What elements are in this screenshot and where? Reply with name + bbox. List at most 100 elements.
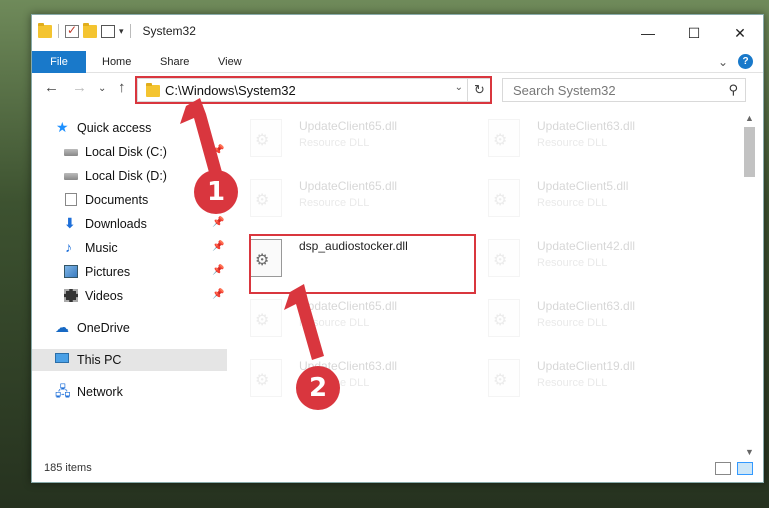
up-button[interactable]: ↑ bbox=[118, 79, 126, 96]
forward-button[interactable]: → bbox=[72, 79, 87, 96]
address-highlight bbox=[135, 76, 492, 104]
dll-file-icon bbox=[250, 179, 282, 217]
tab-home[interactable]: Home bbox=[102, 51, 131, 73]
maximize-button[interactable]: ☐ bbox=[671, 15, 717, 51]
pin-icon: 📌 bbox=[212, 241, 225, 252]
chevron-down-icon[interactable]: ▾ bbox=[119, 26, 124, 37]
file-name: UpdateClient63.dll bbox=[537, 119, 636, 133]
file-item[interactable]: UpdateClient42.dll Resource DLL bbox=[482, 231, 712, 287]
disk-icon bbox=[64, 149, 78, 156]
onedrive-icon: ☁ bbox=[55, 319, 69, 335]
network-icon: 🖧 bbox=[55, 383, 71, 399]
sidebar-item-videos[interactable]: Videos 📌 bbox=[32, 285, 227, 307]
minimize-button[interactable]: — bbox=[625, 15, 671, 51]
file-description: Resource DLL bbox=[537, 257, 608, 269]
file-item[interactable]: UpdateClient65.dll Resource DLL bbox=[244, 291, 474, 347]
sidebar-item-label: Quick access bbox=[77, 121, 152, 135]
documents-icon bbox=[65, 193, 77, 206]
pin-icon: 📌 bbox=[212, 145, 225, 156]
dll-file-icon bbox=[250, 359, 282, 397]
file-description: Resource DLL bbox=[299, 317, 370, 329]
sidebar-item-label: Local Disk (D:) bbox=[85, 169, 167, 183]
dll-file-icon bbox=[488, 119, 520, 157]
search-box[interactable]: Search System32 ⚲ bbox=[502, 78, 746, 102]
sidebar-item-label: Documents bbox=[85, 193, 149, 207]
dll-file-icon bbox=[250, 299, 282, 337]
sidebar-item-this-pc[interactable]: This PC bbox=[32, 349, 227, 371]
download-icon: ⬇ bbox=[64, 215, 76, 231]
file-item[interactable]: UpdateClient5.dll Resource DLL bbox=[482, 171, 712, 227]
dll-file-icon bbox=[488, 299, 520, 337]
customize-icon[interactable] bbox=[101, 24, 115, 38]
pin-icon: 📌 bbox=[212, 217, 225, 228]
file-name: UpdateClient19.dll bbox=[537, 359, 636, 373]
recent-locations-button[interactable]: ⌄ bbox=[98, 83, 106, 94]
sidebar-item-local-disk-c[interactable]: Local Disk (C:) 📌 bbox=[32, 141, 227, 163]
details-view-icon[interactable] bbox=[715, 462, 731, 475]
file-item[interactable]: UpdateClient19.dll Resource DLL bbox=[482, 351, 712, 407]
file-item[interactable]: UpdateClient63.dll Resource DLL bbox=[244, 351, 474, 407]
divider bbox=[58, 24, 59, 38]
file-item[interactable]: UpdateClient65.dll Resource DLL bbox=[244, 171, 474, 227]
sidebar-item-downloads[interactable]: ⬇ Downloads 📌 bbox=[32, 213, 227, 235]
pin-icon: 📌 bbox=[212, 265, 225, 276]
status-bar: 185 items bbox=[32, 456, 763, 482]
file-name: UpdateClient65.dll bbox=[299, 179, 398, 193]
sidebar-item-music[interactable]: ♪ Music 📌 bbox=[32, 237, 227, 259]
vertical-scrollbar[interactable]: ▲ ▼ bbox=[741, 111, 758, 461]
file-highlight bbox=[249, 234, 476, 294]
scroll-up-icon[interactable]: ▲ bbox=[745, 113, 754, 123]
file-item[interactable]: UpdateClient63.dll Resource DLL bbox=[482, 111, 712, 167]
properties-check-icon[interactable] bbox=[65, 23, 79, 38]
new-folder-icon[interactable] bbox=[83, 22, 97, 38]
file-description: Resource DLL bbox=[299, 137, 370, 149]
window-title: System32 bbox=[142, 24, 196, 38]
quick-access-toolbar: ▾ System32 bbox=[38, 22, 196, 38]
star-icon: ★ bbox=[56, 119, 69, 135]
window-controls: — ☐ ✕ bbox=[625, 15, 763, 51]
back-button[interactable]: ← bbox=[44, 79, 59, 96]
sidebar-item-onedrive[interactable]: ☁ OneDrive bbox=[32, 317, 227, 339]
view-switcher bbox=[715, 462, 753, 475]
file-name: UpdateClient63.dll bbox=[537, 299, 636, 313]
file-name: UpdateClient65.dll bbox=[299, 119, 398, 133]
large-icons-view-icon[interactable] bbox=[737, 462, 753, 475]
step-badge-2: 2 bbox=[296, 366, 340, 410]
pin-icon: 📌 bbox=[212, 289, 225, 300]
file-description: Resource DLL bbox=[537, 137, 608, 149]
tab-view[interactable]: View bbox=[218, 51, 242, 73]
sidebar-item-label: Network bbox=[77, 385, 123, 399]
sidebar-item-label: OneDrive bbox=[77, 321, 130, 335]
scroll-thumb[interactable] bbox=[744, 127, 755, 177]
music-icon: ♪ bbox=[65, 239, 72, 255]
sidebar-item-quick-access[interactable]: ★ Quick access bbox=[32, 117, 227, 139]
expand-ribbon-icon[interactable]: ⌄ bbox=[718, 55, 728, 69]
file-item[interactable]: UpdateClient65.dll Resource DLL bbox=[244, 111, 474, 167]
file-description: Resource DLL bbox=[537, 197, 608, 209]
sidebar-item-network[interactable]: 🖧 Network bbox=[32, 381, 227, 403]
file-description: Resource DLL bbox=[537, 377, 608, 389]
ribbon-right: ⌄ ? bbox=[718, 54, 753, 69]
file-description: Resource DLL bbox=[299, 197, 370, 209]
search-icon[interactable]: ⚲ bbox=[728, 82, 738, 98]
file-item[interactable]: UpdateClient63.dll Resource DLL bbox=[482, 291, 712, 347]
folder-icon[interactable] bbox=[38, 22, 52, 38]
file-name: UpdateClient42.dll bbox=[537, 239, 636, 253]
dll-file-icon bbox=[250, 119, 282, 157]
tab-share[interactable]: Share bbox=[160, 51, 189, 73]
tab-file[interactable]: File bbox=[32, 51, 86, 73]
sidebar-item-pictures[interactable]: Pictures 📌 bbox=[32, 261, 227, 283]
this-pc-icon bbox=[55, 353, 69, 363]
search-input[interactable]: Search System32 bbox=[513, 83, 616, 98]
item-count: 185 items bbox=[44, 462, 92, 474]
close-button[interactable]: ✕ bbox=[717, 15, 763, 51]
disk-icon bbox=[64, 173, 78, 180]
file-name: UpdateClient5.dll bbox=[537, 179, 629, 193]
help-icon[interactable]: ? bbox=[738, 54, 753, 69]
videos-icon bbox=[64, 289, 78, 302]
file-description: Resource DLL bbox=[537, 317, 608, 329]
sidebar-item-label: This PC bbox=[77, 353, 122, 367]
dll-file-icon bbox=[488, 179, 520, 217]
sidebar-item-label: Music bbox=[85, 241, 118, 255]
sidebar-item-label: Videos bbox=[85, 289, 123, 303]
